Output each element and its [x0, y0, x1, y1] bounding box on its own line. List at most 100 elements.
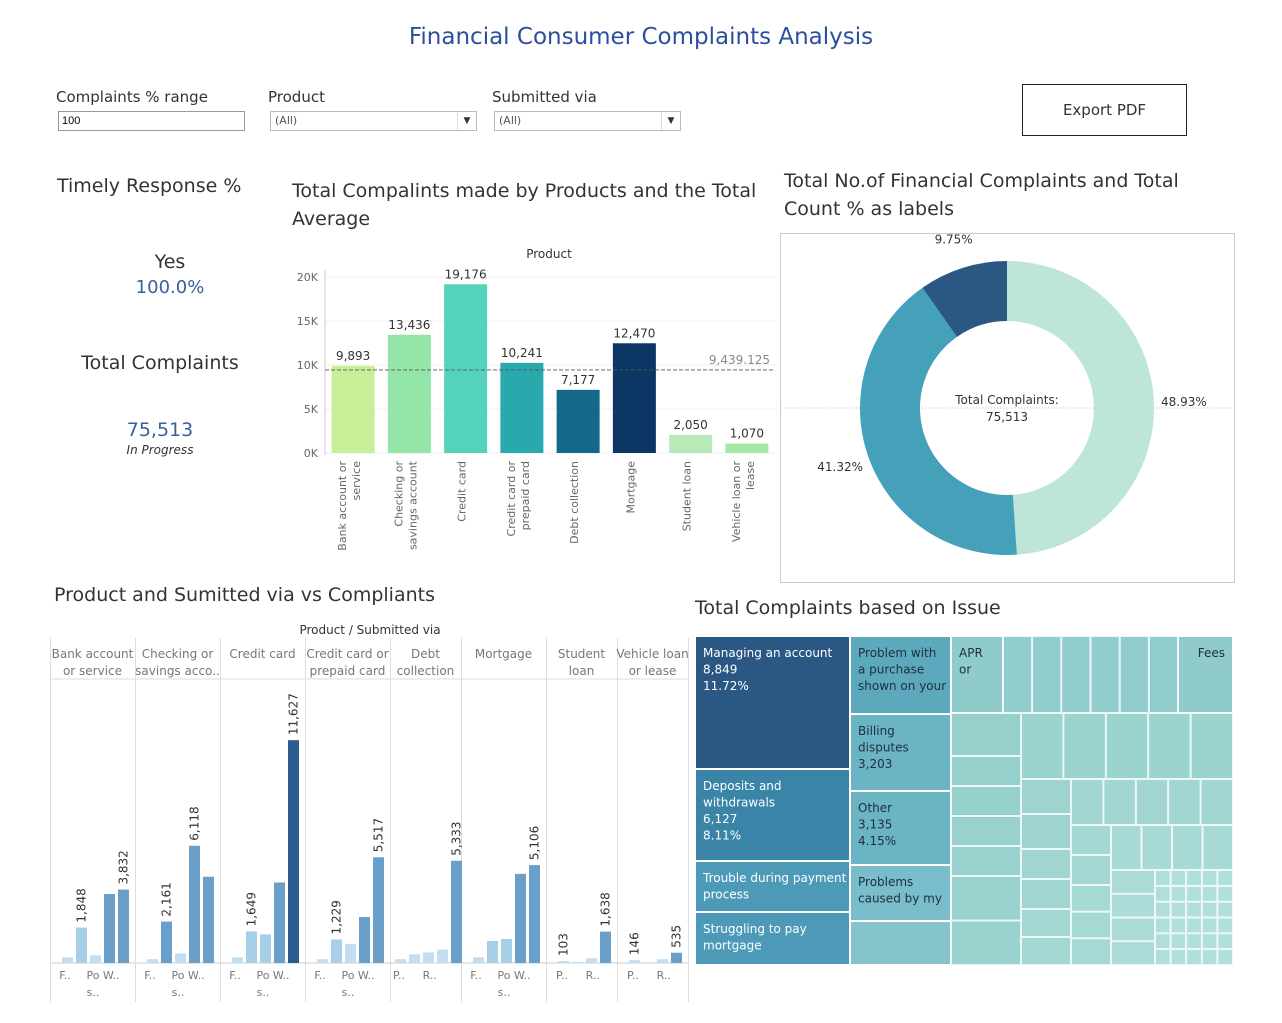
x-category-label-line: savings account [406, 460, 419, 550]
x-category-label-line: Debt collection [568, 461, 581, 544]
complaints-donut-chart: 48.93% 41.32% 9.75% Total Complaints: 75,513 [780, 233, 1235, 583]
treemap-tile [1170, 870, 1187, 886]
x-category-label-line: prepaid card [519, 461, 532, 530]
submitted-via-select[interactable]: (All) ▼ [494, 111, 681, 131]
treemap-tile [1170, 885, 1187, 902]
small-x-label: P.. [393, 969, 405, 982]
timely-response-value: 100.0% [135, 277, 205, 298]
chevron-down-icon[interactable]: ▼ [457, 112, 476, 130]
bar-value-label: 10,241 [501, 346, 543, 360]
treemap-tile [1170, 901, 1187, 918]
submitted-select-value: (All) [499, 114, 522, 127]
x-category-label-line: Checking or [392, 461, 405, 527]
treemap-tile [1148, 713, 1191, 779]
x-category-label: Credit card [456, 461, 469, 522]
bar-value-label: 12,470 [613, 326, 655, 340]
treemap-tile-label: Problems [858, 875, 913, 889]
treemap-tile [951, 846, 1021, 876]
panel-header-label: Credit card or [306, 647, 388, 661]
small-bar [437, 949, 448, 963]
treemap-tile [1090, 636, 1120, 713]
treemap-tile-label: or [959, 663, 971, 677]
small-bar-value-label: 1,848 [75, 888, 89, 922]
treemap-tile [1155, 933, 1171, 950]
treemap-tile [951, 786, 1021, 816]
treemap-tile [1217, 949, 1233, 965]
treemap-tile-label: process [703, 888, 749, 902]
x-category-label-line: Credit card [456, 461, 469, 522]
x-category-label-line: lease [744, 461, 757, 490]
treemap-tile [1021, 909, 1071, 937]
donut-slice-label: 41.32% [817, 460, 863, 474]
submitted-filter-label: Submitted via [492, 88, 597, 106]
small-x-label: W.. [188, 969, 205, 982]
treemap-tile-label: 3,135 [858, 818, 892, 832]
treemap-tile [1135, 779, 1169, 825]
complaints-range-input[interactable] [58, 111, 245, 131]
small-bar [161, 921, 172, 963]
x-category-label-line: Student loan [681, 461, 694, 531]
treemap-tile [1071, 911, 1111, 939]
bar-value-label: 19,176 [445, 267, 487, 281]
small-bar [175, 953, 186, 963]
small-x-label: s.. [172, 986, 185, 999]
small-bar [317, 959, 328, 963]
panel-header-label: Debt [411, 647, 440, 661]
small-bar [600, 931, 611, 963]
treemap-tile [1186, 917, 1202, 934]
small-bar [246, 931, 257, 963]
panel-header-label: prepaid card [310, 664, 386, 678]
small-bar [558, 961, 569, 963]
treemap-tile-label: Struggling to pay [703, 922, 807, 936]
chevron-down-icon[interactable]: ▼ [661, 112, 680, 130]
product-submitted-bar-chart: Product / Submitted via Bank account or se… [50, 623, 689, 1002]
donut-chart-title: Total No.of Financial Complaints and Tot… [784, 167, 1254, 223]
treemap-tile [1168, 779, 1201, 825]
treemap-tile [1217, 917, 1233, 934]
treemap-tile [1172, 825, 1203, 870]
small-bar-value-label: 1,649 [245, 892, 259, 926]
treemap-tile [1141, 825, 1172, 870]
treemap-tile-label: 6,127 [703, 812, 737, 826]
treemap-tile-label: Deposits and [703, 779, 782, 793]
bar-chart-title-line2: Average [292, 208, 371, 230]
small-bar [572, 962, 583, 963]
small-bar-value-label: 5,517 [372, 818, 386, 852]
small-x-label: P.. [627, 969, 639, 982]
small-bar [473, 957, 484, 963]
small-bar-value-label: 2,161 [160, 882, 174, 916]
treemap-tile [1217, 870, 1233, 886]
small-bar [423, 952, 434, 963]
small-bar [147, 959, 158, 963]
product-select[interactable]: (All) ▼ [270, 111, 477, 131]
treemap-tile [1021, 814, 1071, 849]
panel-header-label: or service [63, 664, 122, 678]
total-complaints-value: 75,513 [126, 419, 194, 441]
product-select-value: (All) [275, 114, 298, 127]
issue-treemap: Managing an account 8,849 11.72% Deposits a… [695, 636, 1233, 965]
treemap-tile [1071, 855, 1111, 885]
small-bar [76, 927, 87, 963]
treemap-tile-label: 3,203 [858, 757, 892, 771]
treemap-tile [1186, 870, 1202, 886]
treemap-tile-label: mortgage [703, 939, 762, 953]
bar-value-label: 13,436 [388, 318, 430, 332]
treemap-tile [1155, 917, 1171, 934]
small-x-label: F.. [470, 969, 482, 982]
export-pdf-button[interactable]: Export PDF [1022, 84, 1187, 136]
small-bar-value-label: 6,118 [188, 806, 202, 840]
small-bar [501, 939, 512, 963]
panel-header-label: loan [569, 664, 595, 678]
treemap-tile [1071, 825, 1111, 855]
treemap-tile [1186, 933, 1202, 950]
treemap-tile [1105, 713, 1149, 779]
treemap-tile [1021, 937, 1071, 965]
treemap-tile [951, 920, 1021, 965]
treemap-tile [1201, 933, 1218, 950]
small-x-label: F.. [229, 969, 241, 982]
treemap-tile [1217, 901, 1233, 918]
small-x-label: W.. [273, 969, 290, 982]
small-x-label: F.. [144, 969, 156, 982]
panel-header-label: Mortgage [475, 647, 532, 661]
treemap-tile [1103, 779, 1136, 825]
